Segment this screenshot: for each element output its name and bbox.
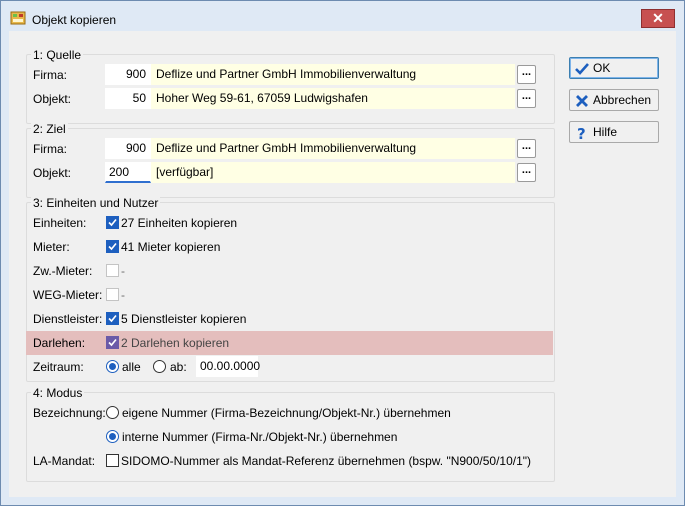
close-button[interactable]: ✕ bbox=[641, 9, 675, 28]
quelle-firma-browse-button[interactable]: ... bbox=[517, 65, 536, 84]
help-button-label: Hilfe bbox=[593, 125, 618, 139]
lamandat-checkbox-label[interactable]: SIDOMO-Nummer als Mandat-Referenz überne… bbox=[121, 454, 531, 468]
checkmark-icon bbox=[574, 61, 590, 77]
ziel-objekt-name: [verfügbar] bbox=[151, 162, 515, 183]
cancel-button-label: Abbrechen bbox=[593, 93, 652, 107]
quelle-objekt-number[interactable]: 50 bbox=[105, 88, 151, 109]
mieter-label: Mieter: bbox=[33, 240, 70, 254]
ziel-firma-number[interactable]: 900 bbox=[105, 138, 151, 159]
bezeichnung-interne-radio[interactable] bbox=[106, 430, 119, 443]
weg-mieter-checkbox-label: - bbox=[121, 288, 125, 302]
ok-button-label: OK bbox=[593, 61, 611, 75]
weg-mieter-checkbox bbox=[106, 288, 119, 301]
weg-mieter-label: WEG-Mieter: bbox=[33, 288, 103, 302]
zw-mieter-checkbox bbox=[106, 264, 119, 277]
check-icon bbox=[108, 242, 117, 251]
group-quelle-title: 1: Quelle bbox=[31, 48, 84, 62]
question-icon: ? bbox=[574, 125, 590, 143]
dialog-client: 1: Quelle Firma: 900 Deflize und Partner… bbox=[9, 31, 676, 497]
quelle-objekt-name: Hoher Weg 59-61, 67059 Ludwigshafen bbox=[151, 88, 515, 109]
cross-icon bbox=[574, 93, 590, 109]
dienstleister-checkbox-label[interactable]: 5 Dienstleister kopieren bbox=[121, 312, 246, 326]
help-button[interactable]: ? Hilfe bbox=[569, 121, 659, 143]
group-einheiten-title: 3: Einheiten und Nutzer bbox=[31, 196, 161, 210]
ziel-firma-label: Firma: bbox=[33, 142, 67, 156]
lamandat-checkbox[interactable] bbox=[106, 454, 119, 467]
cancel-button[interactable]: Abbrechen bbox=[569, 89, 659, 111]
quelle-objekt-browse-button[interactable]: ... bbox=[517, 89, 536, 108]
zeitraum-label: Zeitraum: bbox=[33, 360, 84, 374]
window-title: Objekt kopieren bbox=[32, 13, 117, 27]
close-icon: ✕ bbox=[652, 10, 664, 26]
bezeichnung-eigene-radio[interactable] bbox=[106, 406, 119, 419]
ziel-objekt-label: Objekt: bbox=[33, 166, 72, 180]
mieter-checkbox-label[interactable]: 41 Mieter kopieren bbox=[121, 240, 220, 254]
svg-text:?: ? bbox=[577, 125, 586, 141]
ziel-firma-browse-button[interactable]: ... bbox=[517, 139, 536, 158]
bezeichnung-label: Bezeichnung: bbox=[33, 406, 106, 420]
lamandat-label: LA-Mandat: bbox=[33, 454, 96, 468]
quelle-firma-name: Deflize und Partner GmbH Immobilienverwa… bbox=[151, 64, 515, 85]
bezeichnung-eigene-label[interactable]: eigene Nummer (Firma-Bezeichnung/Objekt-… bbox=[122, 406, 451, 420]
check-icon bbox=[108, 338, 117, 347]
quelle-objekt-label: Objekt: bbox=[33, 92, 72, 106]
quelle-firma-number[interactable]: 900 bbox=[105, 64, 151, 85]
app-icon bbox=[10, 10, 26, 26]
quelle-firma-label: Firma: bbox=[33, 68, 67, 82]
zeitraum-ab-radio[interactable] bbox=[153, 360, 166, 373]
einheiten-label: Einheiten: bbox=[33, 216, 87, 230]
zeitraum-ab-label[interactable]: ab: bbox=[170, 360, 187, 374]
zeitraum-alle-radio[interactable] bbox=[106, 360, 119, 373]
group-ziel-title: 2: Ziel bbox=[31, 122, 68, 136]
check-icon bbox=[108, 218, 117, 227]
dialog-window: Objekt kopieren ✕ 1: Quelle Firma: 900 D… bbox=[0, 0, 685, 506]
zw-mieter-checkbox-label: - bbox=[121, 264, 125, 278]
zeitraum-ab-date-input[interactable]: 00.00.0000 bbox=[196, 356, 260, 377]
zeitraum-alle-label[interactable]: alle bbox=[122, 360, 141, 374]
ok-button[interactable]: OK bbox=[569, 57, 659, 79]
ziel-firma-name: Deflize und Partner GmbH Immobilienverwa… bbox=[151, 138, 515, 159]
einheiten-checkbox-label[interactable]: 27 Einheiten kopieren bbox=[121, 216, 237, 230]
darlehen-label: Darlehen: bbox=[33, 336, 86, 350]
group-modus-title: 4: Modus bbox=[31, 386, 85, 400]
zw-mieter-label: Zw.-Mieter: bbox=[33, 264, 93, 278]
dienstleister-label: Dienstleister: bbox=[33, 312, 103, 326]
ziel-objekt-number-input[interactable]: 200 bbox=[105, 162, 151, 183]
dienstleister-checkbox[interactable] bbox=[106, 312, 119, 325]
darlehen-checkbox[interactable] bbox=[106, 336, 119, 349]
mieter-checkbox[interactable] bbox=[106, 240, 119, 253]
bezeichnung-interne-label[interactable]: interne Nummer (Firma-Nr./Objekt-Nr.) üb… bbox=[122, 430, 397, 444]
ziel-objekt-browse-button[interactable]: ... bbox=[517, 163, 536, 182]
title-bar[interactable]: Objekt kopieren ✕ bbox=[1, 1, 684, 31]
darlehen-checkbox-label[interactable]: 2 Darlehen kopieren bbox=[121, 336, 229, 350]
einheiten-checkbox[interactable] bbox=[106, 216, 119, 229]
check-icon bbox=[108, 314, 117, 323]
